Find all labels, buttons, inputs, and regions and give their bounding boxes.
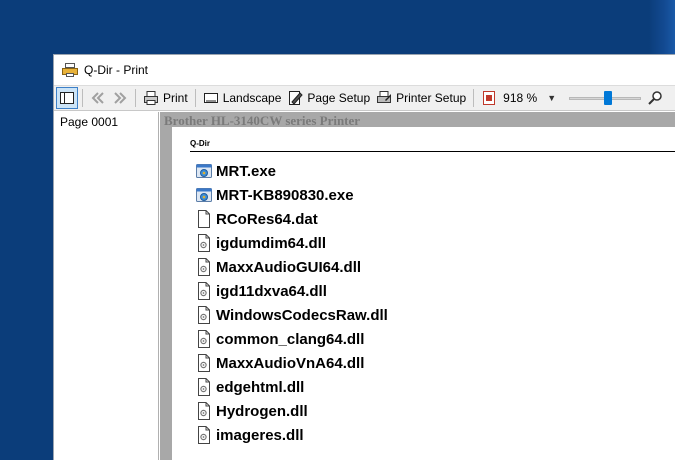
- file-list-item: MRT.exe: [196, 159, 388, 183]
- header-divider: [190, 151, 675, 152]
- file-name: MaxxAudioVnA64.dll: [216, 354, 365, 372]
- file-name: Hydrogen.dll: [216, 402, 308, 420]
- toolbar-separator: [135, 89, 136, 107]
- file-list-item: imageres.dll: [196, 423, 388, 447]
- page-setup-icon: [287, 90, 304, 106]
- print-label: Print: [163, 91, 188, 105]
- dll-file-icon: [196, 234, 212, 252]
- page-list: Page 0001: [54, 112, 159, 460]
- page-header-title: Q-Dir: [190, 139, 210, 148]
- title-bar: Q-Dir - Print: [54, 55, 675, 85]
- file-name: MRT.exe: [216, 162, 277, 180]
- previous-page-button[interactable]: [87, 87, 109, 109]
- toolbar-separator: [473, 89, 475, 107]
- file-name: common_clang64.dll: [216, 330, 365, 348]
- zoom-slider-thumb[interactable]: [604, 91, 613, 105]
- file-name: imageres.dll: [216, 426, 304, 444]
- dll-file-icon: [196, 426, 212, 444]
- double-chevron-right-icon: [112, 90, 128, 106]
- magnifier-icon: [648, 90, 664, 106]
- file-name: WindowsCodecsRaw.dll: [216, 306, 388, 324]
- file-list-item: igd11dxva64.dll: [196, 279, 388, 303]
- printer-setup-label: Printer Setup: [396, 91, 467, 105]
- landscape-page-icon: [203, 90, 219, 106]
- dll-file-icon: [196, 258, 212, 276]
- zoom-value: 918 %: [503, 91, 538, 105]
- file-list-item: Hydrogen.dll: [196, 399, 388, 423]
- file-name: MaxxAudioGUI64.dll: [216, 258, 362, 276]
- print-button[interactable]: Print: [140, 87, 191, 109]
- file-name: igdumdim64.dll: [216, 234, 327, 252]
- blank-file-icon: [196, 210, 212, 228]
- file-list-item: RCoRes64.dat: [196, 207, 388, 231]
- zoom-dropdown[interactable]: 918 % ▼: [478, 87, 565, 109]
- file-list-item: edgehtml.dll: [196, 375, 388, 399]
- file-name: RCoRes64.dat: [216, 210, 318, 228]
- file-list-item: WindowsCodecsRaw.dll: [196, 303, 388, 327]
- preview-page: Q-Dir MRT.exe MRT-KB890830.exe RCoRes64.da…: [172, 127, 675, 460]
- file-name: MRT-KB890830.exe: [216, 186, 354, 204]
- exe-icon: [196, 162, 212, 180]
- dll-file-icon: [196, 330, 212, 348]
- page-list-item[interactable]: Page 0001: [54, 112, 158, 129]
- toolbar-separator: [194, 89, 196, 107]
- file-list: MRT.exe MRT-KB890830.exe RCoRes64.dat igdum…: [196, 159, 388, 447]
- file-list-item: MaxxAudioGUI64.dll: [196, 255, 388, 279]
- page-setup-label: Page Setup: [307, 91, 371, 105]
- print-preview-window: Q-Dir - Print Print Landscape Page Setup…: [53, 54, 675, 460]
- sidebar-panel-icon: [59, 90, 75, 106]
- file-list-item: igdumdim64.dll: [196, 231, 388, 255]
- zoom-page-icon: [481, 90, 497, 106]
- file-name: igd11dxva64.dll: [216, 282, 327, 300]
- toolbar: Print Landscape Page Setup Printer Setup: [54, 85, 675, 111]
- window-title: Q-Dir - Print: [84, 63, 148, 77]
- zoom-fit-button[interactable]: [645, 87, 671, 109]
- file-list-item: MaxxAudioVnA64.dll: [196, 351, 388, 375]
- dll-file-icon: [196, 354, 212, 372]
- toggle-page-list-button[interactable]: [56, 87, 78, 109]
- next-page-button[interactable]: [109, 87, 131, 109]
- exe-icon: [196, 186, 212, 204]
- zoom-slider[interactable]: [569, 89, 642, 107]
- file-list-item: MRT-KB890830.exe: [196, 183, 388, 207]
- landscape-button[interactable]: Landscape: [200, 87, 285, 109]
- printer-setup-button[interactable]: Printer Setup: [373, 87, 469, 109]
- dll-file-icon: [196, 282, 212, 300]
- printer-app-icon: [62, 62, 78, 78]
- page-setup-button[interactable]: Page Setup: [284, 87, 373, 109]
- dll-file-icon: [196, 402, 212, 420]
- landscape-label: Landscape: [222, 91, 282, 105]
- print-preview-area: Brother HL-3140CW series Printer Q-Dir M…: [160, 112, 675, 460]
- toolbar-separator: [82, 89, 83, 107]
- printer-setup-icon: [376, 90, 392, 106]
- chevron-down-icon: ▼: [547, 93, 557, 103]
- double-chevron-left-icon: [90, 90, 106, 106]
- printer-icon: [143, 90, 159, 106]
- file-list-item: common_clang64.dll: [196, 327, 388, 351]
- dll-file-icon: [196, 306, 212, 324]
- dll-file-icon: [196, 378, 212, 396]
- file-name: edgehtml.dll: [216, 378, 305, 396]
